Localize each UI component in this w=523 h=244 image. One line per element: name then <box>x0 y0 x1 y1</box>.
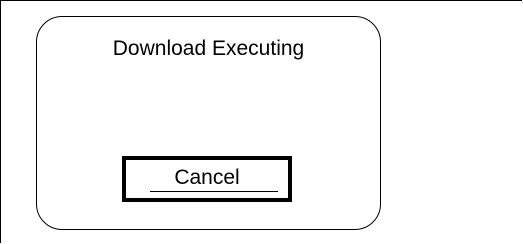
dialog-title: Download Executing <box>112 37 305 60</box>
cancel-button-underline <box>150 191 278 192</box>
cancel-button-label: Cancel <box>174 166 240 189</box>
download-dialog: Download Executing Cancel <box>36 16 381 230</box>
cancel-button[interactable]: Cancel <box>122 156 292 202</box>
